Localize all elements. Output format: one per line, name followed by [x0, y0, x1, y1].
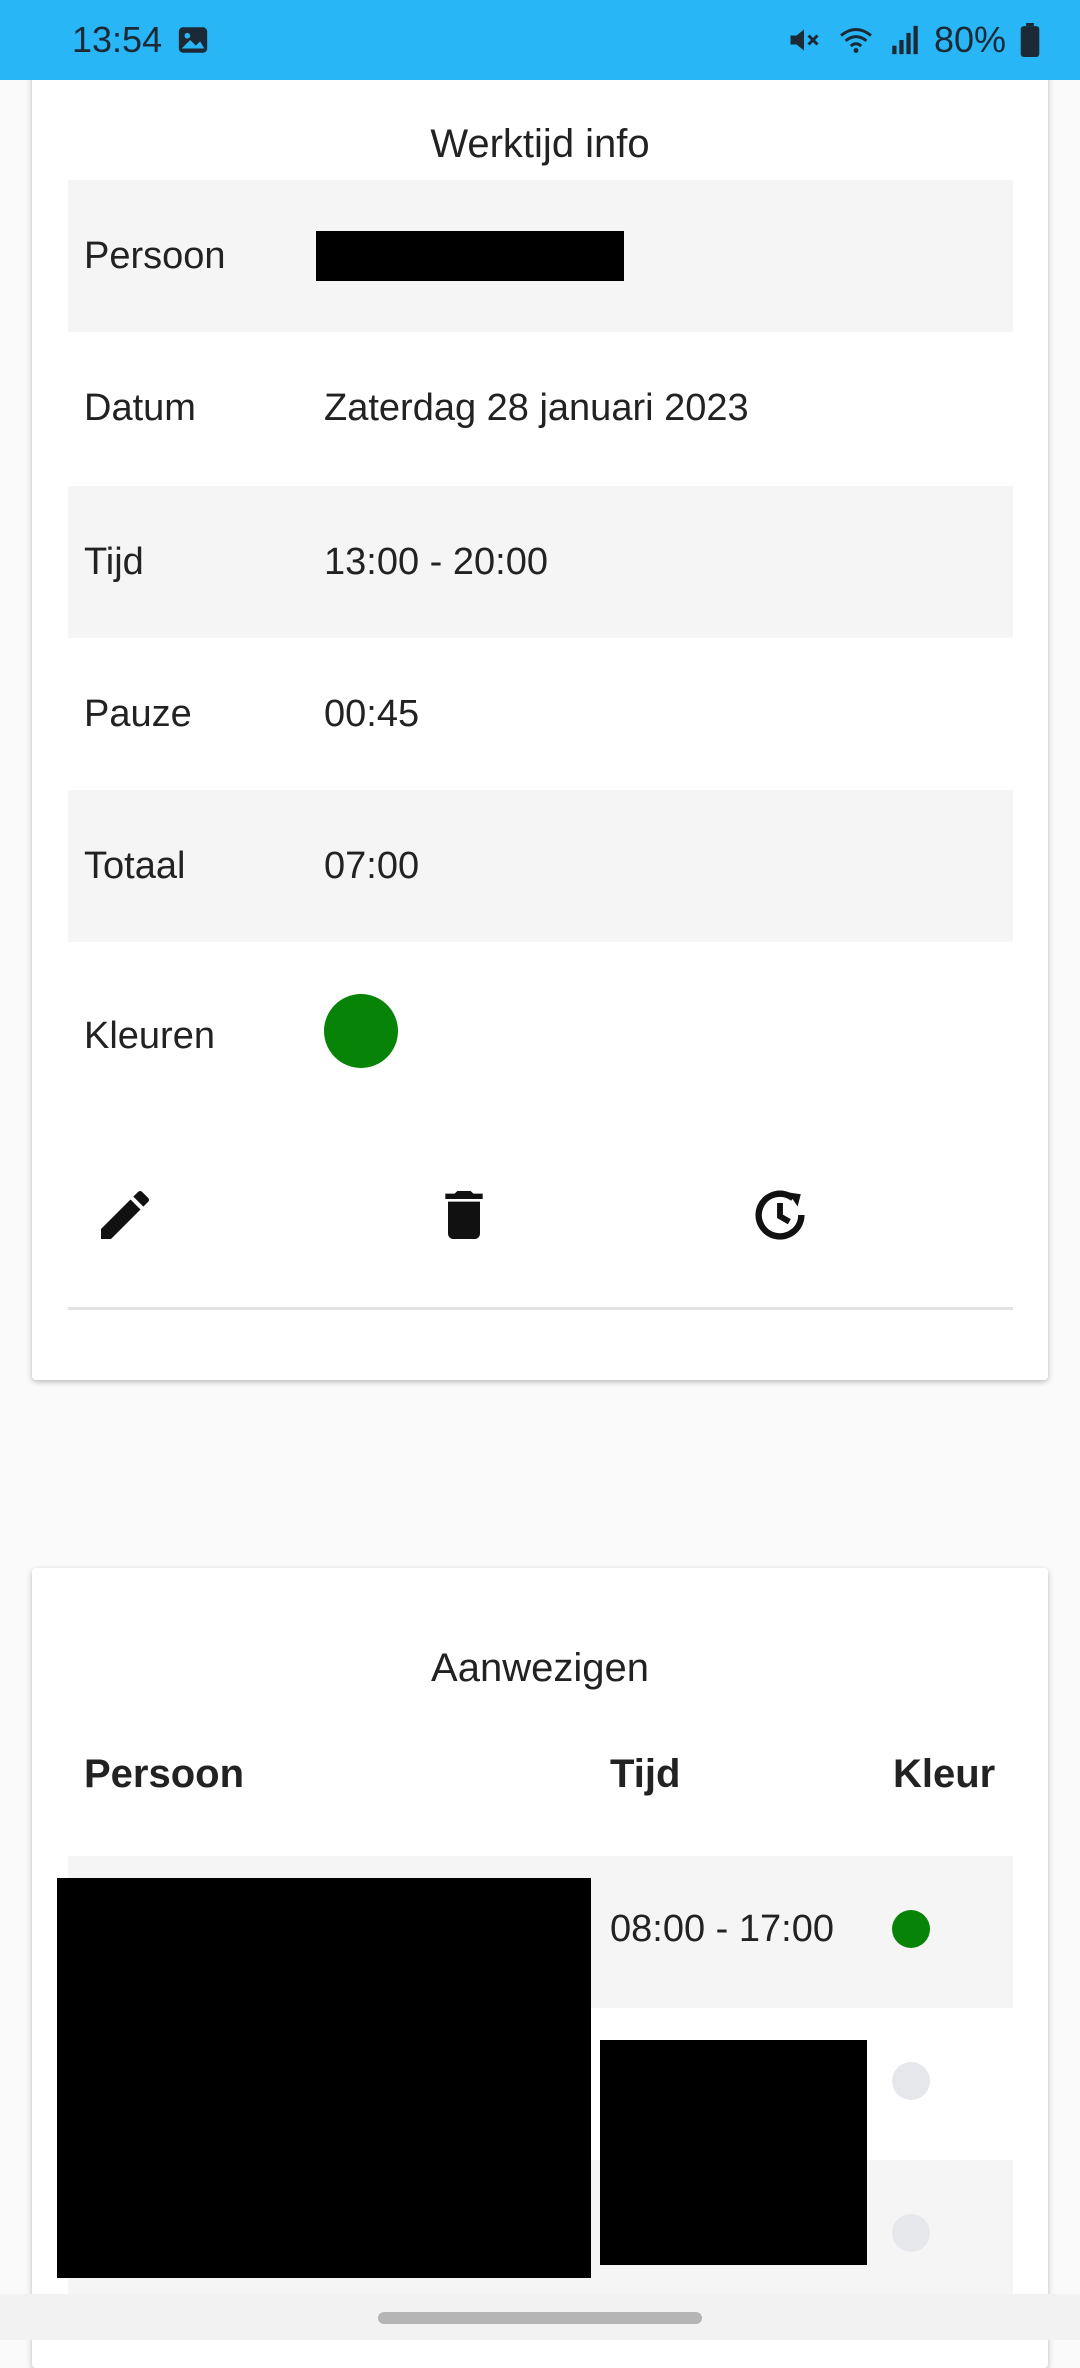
- table-cell-time: 08:00 - 17:00: [610, 1908, 834, 1950]
- info-value-time: 13:00 - 20:00: [324, 540, 548, 583]
- redacted-person-names: [57, 1878, 591, 2278]
- delete-icon: [445, 1191, 483, 1239]
- info-value-colors: [324, 994, 1013, 1068]
- info-value-total: 07:00: [324, 844, 420, 887]
- info-value-date: Zaterdag 28 januari 2023: [324, 386, 749, 429]
- info-value-break: 00:45: [324, 692, 420, 735]
- wifi-icon: [836, 22, 876, 58]
- info-row-date: Datum Zaterdag 28 januari 2023: [68, 332, 1013, 484]
- signal-icon: [890, 23, 920, 57]
- header-color: Kleur: [893, 1752, 996, 1796]
- row-color-dot: [892, 2062, 930, 2100]
- home-indicator[interactable]: [378, 2312, 702, 2324]
- delete-button[interactable]: [419, 1170, 509, 1260]
- edit-button[interactable]: [80, 1170, 170, 1260]
- battery-percentage: 80%: [933, 19, 1006, 60]
- work-info-card: Werktijd info Persoon Datum Zaterdag 28 …: [32, 60, 1048, 1380]
- mute-icon: [786, 22, 822, 58]
- info-label-time: Tijd: [84, 540, 144, 583]
- info-label-colors: Kleuren: [84, 1014, 215, 1057]
- header-time: Tijd: [610, 1752, 681, 1796]
- status-time: 13:54: [72, 19, 163, 60]
- color-swatch: [324, 994, 398, 1068]
- redacted-times: [600, 2040, 867, 2265]
- info-label-total: Totaal: [84, 844, 186, 887]
- divider: [68, 1307, 1013, 1310]
- info-row-time: Tijd 13:00 - 20:00: [68, 486, 1013, 638]
- info-label-date: Datum: [84, 386, 196, 429]
- image-icon: [176, 23, 210, 57]
- navigation-bar: [0, 2294, 1080, 2340]
- row-color-dot: [892, 2214, 930, 2252]
- info-label-break: Pauze: [84, 692, 192, 735]
- status-bar: 13:54 80%: [0, 0, 1080, 80]
- edit-icon: [101, 1190, 150, 1239]
- history-button[interactable]: [735, 1170, 825, 1260]
- info-value-person: [316, 231, 1013, 281]
- work-info-title: Werktijd info: [430, 122, 650, 166]
- header-person: Persoon: [84, 1752, 245, 1796]
- info-row-person: Persoon: [68, 180, 1013, 332]
- info-label-person: Persoon: [84, 234, 226, 277]
- battery-icon: [1020, 23, 1040, 57]
- row-color-dot: [892, 1910, 930, 1948]
- history-icon: [755, 1190, 805, 1240]
- info-row-total: Totaal 07:00: [68, 790, 1013, 942]
- action-bar: [68, 1170, 1013, 1270]
- info-row-break: Pauze 00:45: [68, 638, 1013, 790]
- redacted-person-name: [316, 231, 624, 281]
- attendance-title: Aanwezigen: [431, 1646, 649, 1690]
- info-row-colors: Kleuren: [68, 960, 1013, 1112]
